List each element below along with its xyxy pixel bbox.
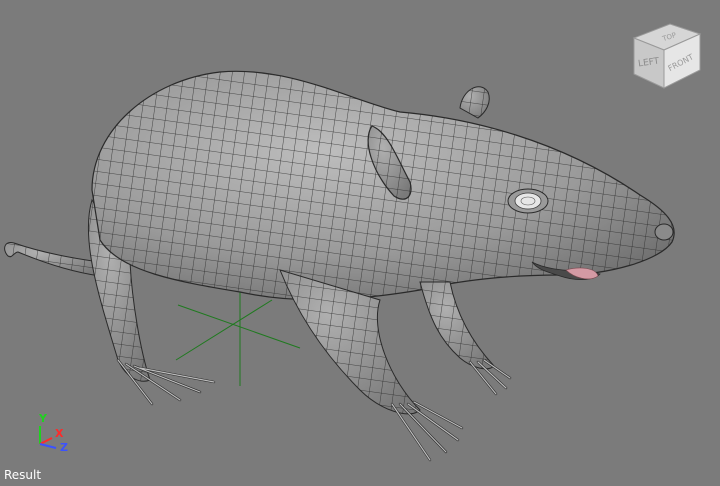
- rat-body: [91, 70, 675, 301]
- axis-x-label: X: [55, 427, 64, 440]
- scene-canvas[interactable]: [0, 0, 720, 486]
- axis-z-line: [39, 443, 57, 449]
- rat-front-leg-far: [419, 281, 512, 396]
- ground-grid: [175, 290, 301, 386]
- axis-triad: Y X Z: [30, 408, 80, 458]
- axis-z-label: Z: [60, 441, 68, 454]
- rat-tail: [4, 241, 101, 277]
- rat-model[interactable]: [4, 70, 675, 462]
- axis-y-label: Y: [39, 412, 47, 425]
- rat-nose: [654, 223, 674, 241]
- 3d-viewport[interactable]: TOP LEFT FRONT Y X Z Result: [0, 0, 720, 486]
- viewcube[interactable]: TOP LEFT FRONT: [630, 18, 704, 92]
- axis-x-line: [39, 437, 53, 445]
- rat-eye: [507, 188, 549, 214]
- viewport-panel-label: Result: [4, 468, 42, 482]
- rat-ear-far: [459, 86, 490, 119]
